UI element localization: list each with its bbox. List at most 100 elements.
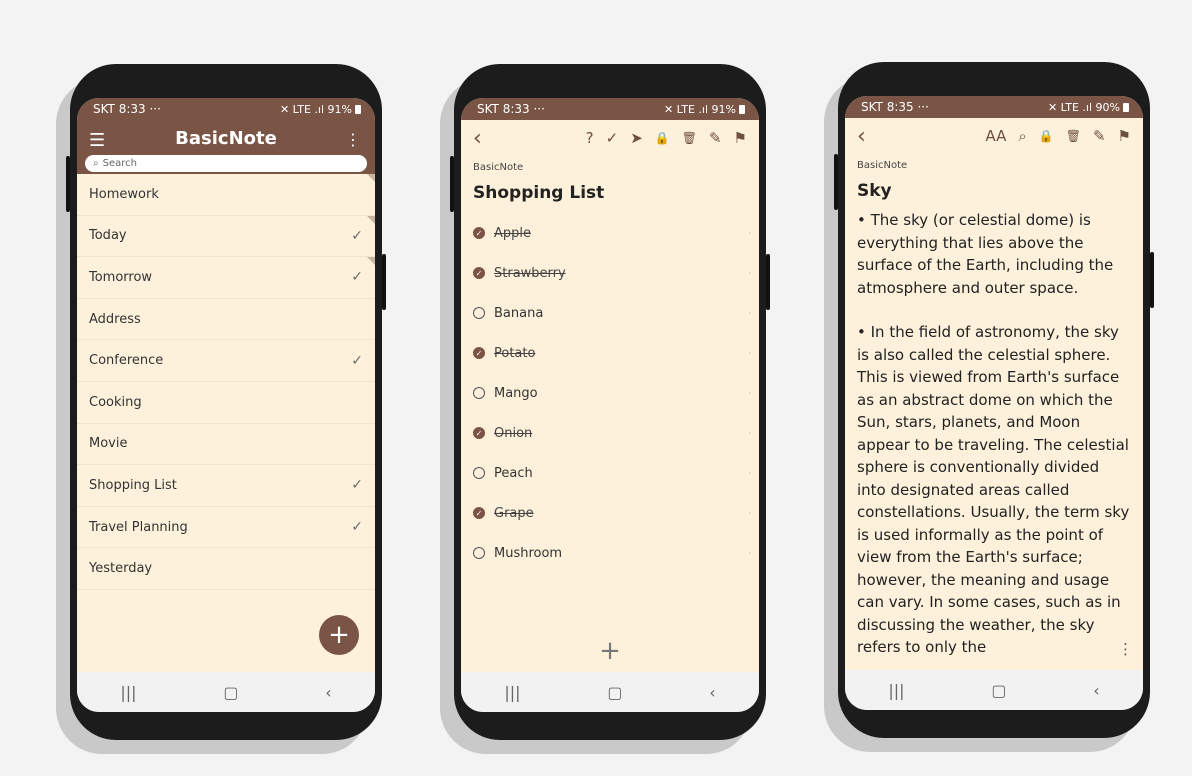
pin-corner-icon	[367, 215, 375, 224]
battery-icon	[1123, 102, 1129, 112]
checklist-item-label: Mango	[494, 385, 538, 401]
recent-apps-icon[interactable]: |||	[888, 681, 904, 700]
checklist-item-label: Grape	[494, 505, 534, 521]
lock-icon[interactable]: 🔒	[655, 131, 670, 145]
checklist-item[interactable]: Mango ·	[461, 373, 759, 413]
check-icon: ✓	[351, 269, 363, 286]
home-icon[interactable]: ▢	[991, 681, 1006, 700]
note-list-item[interactable]: Shopping List ✓	[77, 465, 375, 507]
note-label: Yesterday	[89, 561, 153, 577]
note-list: Homework Today ✓ Tomorrow ✓ Address Conference…	[77, 174, 375, 590]
drag-handle-icon[interactable]: ·	[748, 429, 751, 438]
note-paragraph: • In the field of astronomy, the sky is …	[857, 323, 1130, 656]
font-size-icon[interactable]: AA	[985, 127, 1006, 145]
checklist-item-label: Strawberry	[494, 265, 566, 281]
bookmark-icon[interactable]: ⚑	[734, 129, 747, 147]
note-list-item[interactable]: Address	[77, 299, 375, 341]
checked-circle-icon[interactable]: ✓	[473, 507, 485, 519]
drag-handle-icon[interactable]: ·	[748, 389, 751, 398]
note-list-item[interactable]: Travel Planning ✓	[77, 507, 375, 549]
trash-icon[interactable]: 🗑	[682, 131, 697, 145]
note-list-item[interactable]: Today ✓	[77, 215, 375, 258]
check-icon: ✓	[351, 477, 363, 494]
note-label: Conference	[89, 353, 164, 369]
lock-icon[interactable]: 🔒	[1039, 129, 1054, 143]
home-icon[interactable]: ▢	[223, 683, 238, 702]
note-label: Address	[89, 311, 141, 327]
add-item-button[interactable]: +	[461, 636, 759, 666]
unchecked-circle-icon[interactable]	[473, 467, 485, 479]
note-list-item[interactable]: Tomorrow ✓	[77, 257, 375, 299]
search-input[interactable]: ⌕ Search	[85, 155, 367, 172]
status-bar: SKT 8:33 ··· ✕ LTE .ıl 91%	[461, 98, 759, 120]
status-left: SKT 8:33 ···	[93, 102, 161, 116]
recent-apps-icon[interactable]: |||	[504, 683, 520, 702]
check-icon: ✓	[351, 227, 363, 244]
trash-icon[interactable]: 🗑	[1066, 129, 1081, 143]
note-label: Travel Planning	[89, 519, 188, 535]
note-body[interactable]: • The sky (or celestial dome) is everyth…	[845, 209, 1143, 659]
app-title: BasicNote	[175, 128, 277, 149]
checked-circle-icon[interactable]: ✓	[473, 427, 485, 439]
battery-icon	[355, 104, 361, 114]
breadcrumb: BasicNote	[473, 162, 524, 173]
checklist-item[interactable]: Banana ·	[461, 293, 759, 333]
checklist-item[interactable]: ✓ Strawberry ·	[461, 253, 759, 293]
pencil-icon[interactable]: ✎	[709, 129, 722, 147]
note-list-item[interactable]: Conference ✓	[77, 340, 375, 382]
checklist-item-label: Peach	[494, 465, 533, 481]
drag-handle-icon[interactable]: ·	[748, 269, 751, 278]
status-right: ✕ LTE .ıl 91%	[663, 102, 736, 116]
unchecked-circle-icon[interactable]	[473, 387, 485, 399]
checklist-screen: SKT 8:33 ··· ✕ LTE .ıl 91% ‹ ? ✓ ➤ 🔒 🗑 ✎…	[461, 98, 759, 712]
pin-corner-icon	[367, 174, 375, 182]
back-icon[interactable]: ‹	[473, 126, 482, 151]
checklist-item[interactable]: ✓ Apple ·	[461, 213, 759, 253]
drag-handle-icon[interactable]: ·	[748, 349, 751, 358]
drag-handle-icon[interactable]: ·	[748, 309, 751, 318]
recent-apps-icon[interactable]: |||	[120, 683, 136, 702]
checklist-item[interactable]: ✓ Grape ·	[461, 493, 759, 533]
pencil-icon[interactable]: ✎	[1093, 127, 1106, 145]
note-list-item[interactable]: Cooking	[77, 382, 375, 424]
checked-circle-icon[interactable]: ✓	[473, 227, 485, 239]
note-paragraph: • The sky (or celestial dome) is everyth…	[857, 211, 1114, 297]
back-nav-icon[interactable]: ‹	[1093, 681, 1099, 700]
checklist-item[interactable]: Peach ·	[461, 453, 759, 493]
drag-handle-icon[interactable]: ·	[748, 229, 751, 238]
check-icon: ✓	[351, 352, 363, 369]
note-label: Movie	[89, 436, 128, 452]
system-nav-bar: ||| ▢ ‹	[461, 672, 759, 712]
drag-handle-icon[interactable]: ·	[748, 469, 751, 478]
back-nav-icon[interactable]: ‹	[709, 683, 715, 702]
checklist-item-label: Onion	[494, 425, 533, 441]
checklist-item[interactable]: ✓ Potato ·	[461, 333, 759, 373]
unchecked-circle-icon[interactable]	[473, 307, 485, 319]
note-title: Shopping List	[473, 183, 605, 203]
checked-circle-icon[interactable]: ✓	[473, 347, 485, 359]
drag-handle-icon[interactable]: ·	[748, 509, 751, 518]
note-list-item[interactable]: Homework	[77, 174, 375, 216]
drag-handle-icon[interactable]: ·	[748, 549, 751, 558]
checklist-item[interactable]: Mushroom ·	[461, 533, 759, 573]
search-icon[interactable]: ⌕	[1018, 127, 1026, 145]
home-screen: SKT 8:33 ··· ✕ LTE .ıl 91% ☰ BasicNote ⋮…	[77, 98, 375, 712]
unchecked-circle-icon[interactable]	[473, 547, 485, 559]
check-circle-icon[interactable]: ✓	[606, 129, 619, 147]
phone-home: SKT 8:33 ··· ✕ LTE .ıl 91% ☰ BasicNote ⋮…	[66, 64, 386, 740]
home-icon[interactable]: ▢	[607, 683, 622, 702]
help-icon[interactable]: ?	[586, 129, 594, 147]
more-icon[interactable]: ⋮	[1118, 640, 1133, 658]
send-icon[interactable]: ➤	[630, 129, 643, 147]
add-note-button[interactable]: +	[319, 615, 359, 655]
checked-circle-icon[interactable]: ✓	[473, 267, 485, 279]
back-icon[interactable]: ‹	[857, 124, 866, 149]
note-list-item[interactable]: Movie	[77, 424, 375, 466]
system-nav-bar: ||| ▢ ‹	[77, 672, 375, 712]
bookmark-icon[interactable]: ⚑	[1118, 127, 1131, 145]
back-nav-icon[interactable]: ‹	[325, 683, 331, 702]
note-list-item[interactable]: Yesterday	[77, 548, 375, 590]
note-screen: SKT 8:35 ··· ✕ LTE .ıl 90% ‹ AA ⌕ 🔒 🗑 ✎ …	[845, 96, 1143, 710]
checklist-item[interactable]: ✓ Onion ·	[461, 413, 759, 453]
more-icon[interactable]: ⋮	[345, 130, 361, 149]
